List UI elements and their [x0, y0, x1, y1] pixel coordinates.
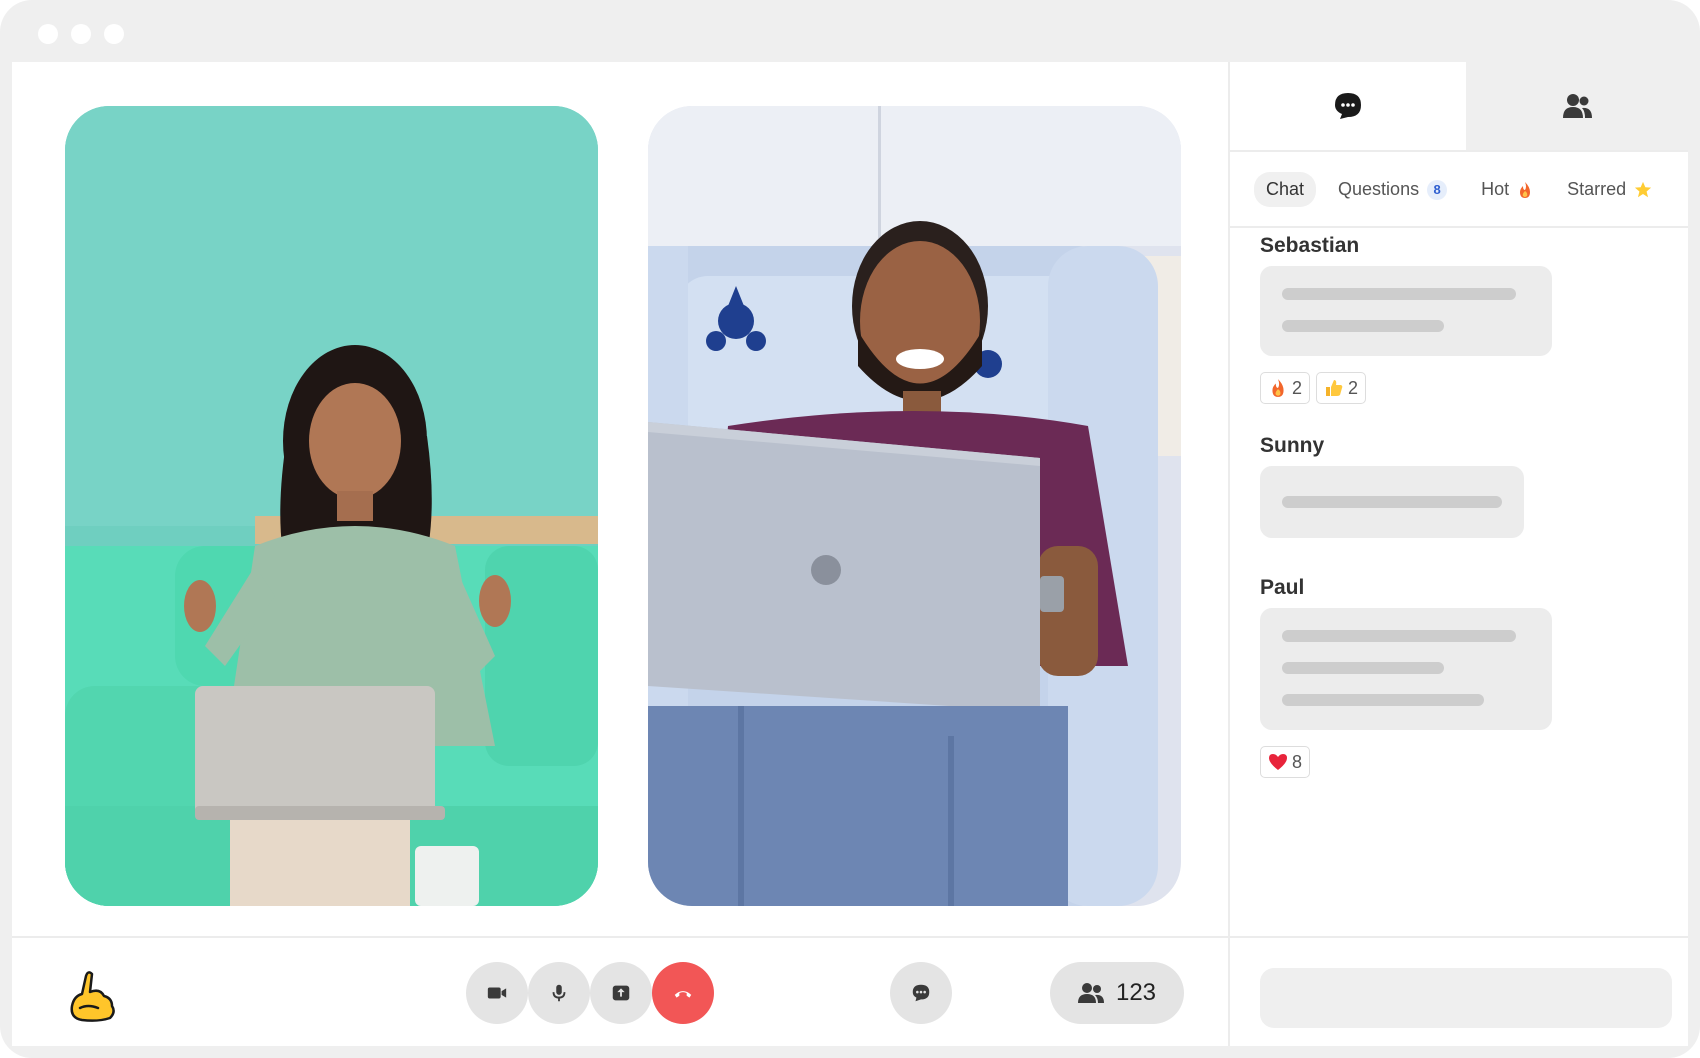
app-window: 123 Chat Questions 8 Hot Starred Sebasti… — [0, 0, 1700, 1058]
text-placeholder-line — [1282, 694, 1484, 706]
message-reactions: 2 2 — [1260, 372, 1367, 404]
window-dot[interactable] — [71, 24, 91, 44]
people-icon — [1563, 94, 1592, 118]
message-author: Paul — [1260, 576, 1305, 599]
end-call-button[interactable] — [652, 962, 714, 1024]
message-reactions: 8 — [1260, 746, 1311, 778]
questions-count-badge: 8 — [1427, 179, 1448, 200]
window-controls — [38, 24, 124, 44]
reaction-fire[interactable]: 2 — [1260, 372, 1311, 404]
text-placeholder-line — [1282, 320, 1444, 332]
reaction-thumbs-up[interactable]: 2 — [1316, 372, 1367, 404]
subtab-starred[interactable]: Starred — [1555, 172, 1664, 207]
divider — [1230, 226, 1688, 228]
window-dot[interactable] — [104, 24, 124, 44]
subtab-chat[interactable]: Chat — [1254, 172, 1317, 207]
heart-icon — [1269, 754, 1287, 770]
camera-button[interactable] — [466, 962, 528, 1024]
fire-icon — [1520, 181, 1531, 198]
share-screen-button[interactable] — [590, 962, 652, 1024]
message-author: Sebastian — [1260, 234, 1360, 257]
reaction-count: 2 — [1348, 377, 1359, 398]
text-placeholder-line — [1282, 630, 1516, 642]
chat-toggle-button[interactable] — [890, 962, 952, 1024]
reaction-count: 2 — [1292, 377, 1303, 398]
video-tile-participant-1[interactable] — [65, 106, 598, 906]
panel-tab-people[interactable] — [1466, 62, 1688, 150]
share-screen-icon — [612, 985, 630, 1001]
subtab-chat-label: Chat — [1266, 179, 1305, 199]
window-dot[interactable] — [38, 24, 58, 44]
reaction-heart[interactable]: 8 — [1260, 746, 1311, 778]
hand-logo-icon[interactable] — [68, 968, 118, 1022]
subtab-starred-label: Starred — [1567, 179, 1627, 199]
microphone-button[interactable] — [528, 962, 590, 1024]
subtab-questions-label: Questions — [1338, 179, 1420, 199]
text-placeholder-line — [1282, 662, 1444, 674]
message-bubble — [1260, 266, 1552, 356]
star-icon — [1635, 181, 1652, 197]
message-bubble — [1260, 466, 1524, 538]
end-call-icon — [674, 991, 692, 998]
side-panel: Chat Questions 8 Hot Starred Sebastian 2… — [1228, 62, 1688, 1046]
participants-button[interactable]: 123 — [1050, 962, 1184, 1024]
microphone-icon — [552, 984, 566, 1002]
divider — [1230, 150, 1688, 152]
chat-icon — [912, 984, 930, 1002]
text-placeholder-line — [1282, 496, 1502, 508]
message-bubble — [1260, 608, 1552, 730]
message-author: Sunny — [1260, 434, 1325, 457]
divider — [1230, 936, 1688, 938]
reaction-count: 8 — [1292, 751, 1303, 772]
participant-2-video — [648, 106, 1181, 906]
subtab-questions[interactable]: Questions 8 — [1326, 172, 1459, 207]
participant-1-video — [65, 106, 598, 906]
thumbs-up-icon — [1326, 380, 1343, 396]
camera-icon — [487, 987, 507, 999]
chat-message-input[interactable] — [1260, 968, 1672, 1028]
video-tile-participant-2[interactable] — [648, 106, 1181, 906]
call-toolbar: 123 — [12, 936, 1228, 1046]
subtab-hot-label: Hot — [1481, 179, 1510, 199]
app-content: 123 Chat Questions 8 Hot Starred Sebasti… — [12, 62, 1688, 1046]
chat-subtabs: Chat Questions 8 Hot Starred — [1254, 172, 1664, 207]
video-stage — [12, 62, 1228, 936]
chat-bubble-icon — [1335, 93, 1361, 119]
panel-tab-chat[interactable] — [1230, 62, 1466, 150]
fire-icon — [1272, 379, 1284, 397]
participants-count: 123 — [1115, 979, 1157, 1006]
subtab-hot[interactable]: Hot — [1469, 172, 1545, 207]
people-icon — [1077, 983, 1104, 1003]
text-placeholder-line — [1282, 288, 1516, 300]
